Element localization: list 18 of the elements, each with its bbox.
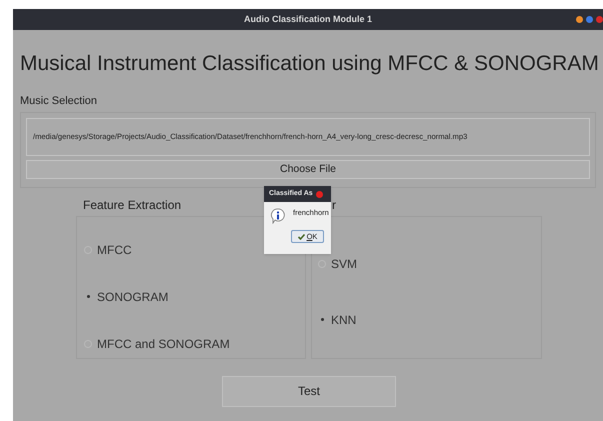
window-title: Audio Classification Module 1 <box>244 12 372 26</box>
radio-label: KNN <box>331 312 356 328</box>
close-icon[interactable] <box>316 190 323 198</box>
radio-label: SONOGRAM <box>97 288 168 306</box>
check-icon <box>298 234 305 240</box>
info-icon <box>271 208 285 224</box>
radio-label: SVM <box>331 256 358 272</box>
group-title: Feature Extraction <box>83 196 182 214</box>
group-title: r <box>332 196 336 214</box>
radio-label: MFCC <box>97 242 132 258</box>
radio-label: MFCC and SONOGRAM <box>97 336 230 352</box>
section-label: Music Selection <box>20 94 98 109</box>
maximize-icon[interactable] <box>586 16 593 23</box>
choose-file-button[interactable]: Choose File <box>26 160 590 178</box>
app-heading: Musical Instrument Classification using MFCC & SONOGRAM <box>20 53 600 74</box>
close-icon[interactable] <box>596 16 603 23</box>
minimize-icon[interactable] <box>576 16 583 23</box>
test-button[interactable]: Test <box>222 376 396 406</box>
